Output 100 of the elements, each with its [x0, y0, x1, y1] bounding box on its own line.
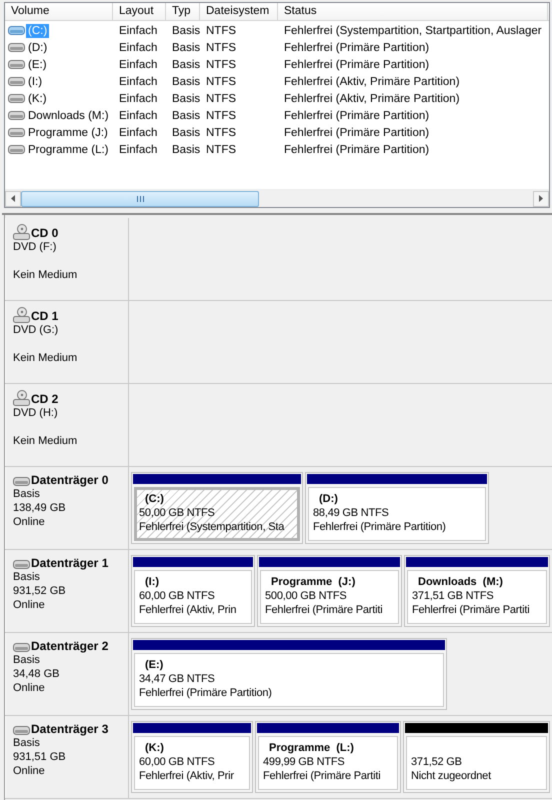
drive-icon	[8, 42, 25, 53]
cd-drive-icon	[13, 307, 30, 323]
partition-size: 500,00 GB NTFS	[265, 589, 348, 603]
drive-label[interactable]: (E:)	[26, 58, 49, 72]
table-cell-text: Fehlerfrei (Primäre Partition)	[283, 58, 430, 70]
column-header[interactable]: Status	[278, 3, 548, 20]
disk-status: Online	[13, 764, 46, 778]
disk-name: Datenträger 1	[31, 556, 108, 570]
table-cell-text: Fehlerfrei (Aktiv, Primäre Partition)	[283, 76, 461, 88]
table-cell-text: Basis	[171, 24, 200, 36]
disk-name: Datenträger 0	[31, 473, 108, 487]
table-cell-text: NTFS	[205, 144, 238, 156]
partition-status: Fehlerfrei (Aktiv, Prin	[139, 603, 238, 617]
table-cell-text: Einfach	[118, 58, 158, 70]
partition[interactable]: Downloads (M:) 371,51 GB NTFS Fehlerfrei (Primäre Partiti	[404, 555, 550, 627]
column-header[interactable]: Typ	[166, 3, 200, 20]
partition-status: Fehlerfrei (Aktiv, Prir	[139, 769, 235, 783]
table-cell-text: Einfach	[118, 110, 158, 122]
disk-size: 34,48 GB	[13, 667, 60, 681]
table-cell-text: Basis	[171, 144, 200, 156]
disk-name: CD 1	[31, 309, 58, 323]
table-cell-text: Fehlerfrei (Primäre Partition)	[283, 144, 430, 156]
disk-type: Basis	[13, 570, 41, 584]
drive-icon	[13, 725, 30, 736]
drive-icon	[8, 144, 25, 155]
table-cell-text: NTFS	[205, 92, 238, 104]
disk-type: Basis	[13, 653, 41, 667]
partition-size: 371,52 GB	[411, 755, 463, 769]
partition-status: Fehlerfrei (Primäre Partition)	[313, 520, 447, 534]
column-header[interactable]: Volume	[5, 3, 113, 20]
disk-name: Datenträger 3	[31, 722, 108, 736]
drive-label[interactable]: Programme (L:)	[26, 142, 111, 156]
scroll-right-button[interactable]	[533, 190, 549, 206]
scrollbar-thumb[interactable]	[21, 191, 259, 207]
partition-status: Fehlerfrei (Primäre Partiti	[263, 769, 382, 783]
partition[interactable]: (I:) 60,00 GB NTFS Fehlerfrei (Aktiv, Prin	[131, 555, 255, 627]
column-header[interactable]: Layout	[113, 3, 166, 20]
partition-label: Programme (J:)	[270, 575, 356, 589]
partition[interactable]: (D:) 88,49 GB NTFS Fehlerfrei (Primäre Partition)	[305, 472, 489, 544]
table-cell-text: Basis	[171, 58, 200, 70]
drive-icon	[8, 59, 25, 70]
drive-label[interactable]: (D:)	[26, 40, 50, 54]
left-arrow-icon	[11, 195, 15, 202]
drive-icon	[8, 127, 25, 138]
partition-label: (D:)	[318, 492, 339, 506]
partition-status: Fehlerfrei (Primäre Partition)	[139, 686, 273, 700]
disk-type: Basis	[13, 736, 41, 750]
drive-icon	[8, 76, 25, 87]
table-cell-text: Basis	[171, 92, 200, 104]
drive-icon	[8, 110, 25, 121]
table-cell-text: Fehlerfrei (Primäre Partition)	[283, 42, 430, 54]
partition[interactable]: (C:) 50,00 GB NTFS Fehlerfrei (Systempartition, Sta	[131, 472, 303, 544]
table-cell-text: Fehlerfrei (Aktiv, Primäre Partition)	[283, 92, 461, 104]
drive-label[interactable]: (I:)	[26, 74, 44, 88]
drive-label[interactable]: (K:)	[26, 92, 49, 106]
partition[interactable]: 371,52 GB Nicht zugeordnet	[403, 721, 550, 793]
disk-size: 931,52 GB	[13, 584, 67, 598]
scroll-left-button[interactable]	[5, 190, 21, 206]
disk-size: 138,49 GB	[13, 501, 67, 515]
drive-icon	[13, 642, 30, 653]
disk-name: CD 0	[31, 226, 58, 240]
partition-status: Nicht zugeordnet	[411, 769, 492, 783]
right-arrow-icon	[539, 195, 543, 202]
partition-size: 371,51 GB NTFS	[412, 589, 495, 603]
disk-status: Online	[13, 598, 46, 612]
cd-drive-icon	[13, 390, 30, 406]
partition-label: (C:)	[144, 492, 165, 506]
disk-status: Online	[13, 515, 46, 529]
partition-size: 60,00 GB NTFS	[139, 589, 216, 603]
partition-size: 50,00 GB NTFS	[139, 506, 216, 520]
table-cell-text: Einfach	[118, 92, 158, 104]
table-cell-text: Basis	[171, 126, 200, 138]
drive-label[interactable]: Programme (J:)	[26, 126, 110, 140]
drive-icon	[8, 25, 25, 36]
grip-icon	[136, 196, 144, 202]
partition-status: Fehlerfrei (Systempartition, Sta	[139, 520, 286, 534]
drive-icon	[13, 476, 30, 487]
disk-size: 931,51 GB	[13, 750, 67, 764]
partition[interactable]: Programme (L:) 499,99 GB NTFS Fehlerfrei (Primäre Partiti	[255, 721, 401, 793]
partition[interactable]: (E:) 34,47 GB NTFS Fehlerfrei (Primäre Partition)	[131, 638, 447, 710]
disk-type: Basis	[13, 487, 41, 501]
disk-status: Online	[13, 681, 46, 695]
drive-icon	[13, 559, 30, 570]
disk-status: Kein Medium	[13, 268, 78, 282]
column-header[interactable]: Dateisystem	[200, 3, 278, 20]
table-cell-text: Basis	[171, 42, 200, 54]
partition-label: (K:)	[144, 741, 165, 755]
partition[interactable]: Programme (J:) 500,00 GB NTFS Fehlerfrei (Primäre Partiti	[257, 555, 402, 627]
table-cell-text: NTFS	[205, 24, 238, 36]
partition[interactable]: (K:) 60,00 GB NTFS Fehlerfrei (Aktiv, Prir	[131, 721, 253, 793]
table-cell-text: NTFS	[205, 58, 238, 70]
table-cell-text: NTFS	[205, 110, 238, 122]
table-cell-text: Einfach	[118, 24, 158, 36]
drive-type: DVD (F:)	[13, 240, 58, 254]
partition-label: Downloads (M:)	[417, 575, 504, 589]
drive-label[interactable]: Downloads (M:)	[26, 108, 111, 122]
table-cell-text: Fehlerfrei (Primäre Partition)	[283, 126, 430, 138]
partition-status: Fehlerfrei (Primäre Partiti	[265, 603, 384, 617]
table-cell-text: NTFS	[205, 42, 238, 54]
cd-drive-icon	[13, 224, 30, 240]
